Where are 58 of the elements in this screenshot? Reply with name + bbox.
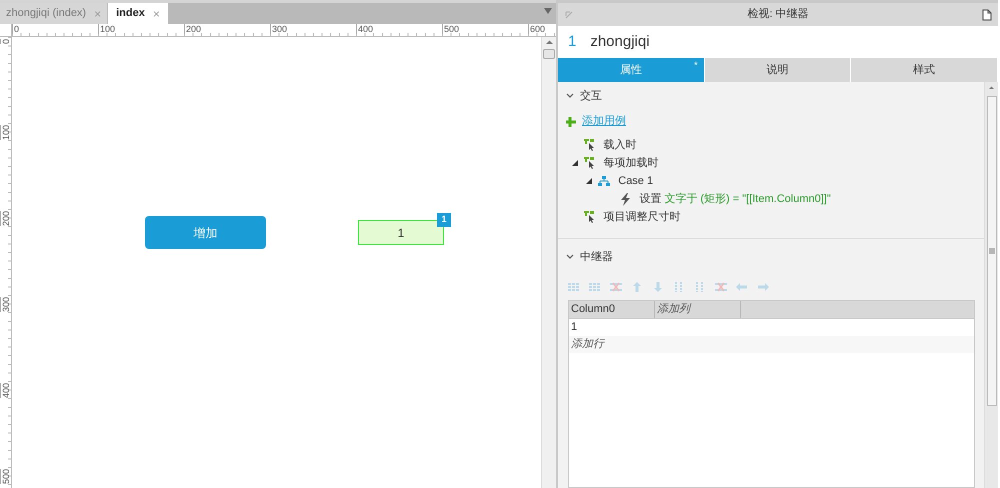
add-row-cell[interactable]: 添加行 <box>571 338 604 350</box>
widget-number: 1 <box>568 32 576 52</box>
dropdown-icon[interactable] <box>544 8 552 14</box>
scroll-thumb[interactable] <box>543 49 555 59</box>
add-column-icon[interactable] <box>694 282 706 292</box>
ruler-label: 0 <box>0 39 11 44</box>
table-cell: 1 <box>571 320 578 332</box>
add-column-cell[interactable]: 添加列 <box>655 300 741 318</box>
delete-column-icon[interactable] <box>715 282 727 292</box>
ruler-label: 600 <box>528 24 546 34</box>
chevron-icon <box>566 253 574 262</box>
expand-triangle-icon[interactable] <box>572 160 578 166</box>
ruler-label: 500 <box>0 469 11 484</box>
lightning-icon <box>620 192 630 206</box>
ruler-label: 200 <box>184 24 202 34</box>
branch-icon <box>598 176 610 186</box>
document-tab[interactable]: index × <box>108 3 169 24</box>
event-icon <box>584 211 594 223</box>
ruler-label: 400 <box>0 383 11 398</box>
page-icon[interactable] <box>982 8 992 20</box>
column-header[interactable]: Column0 <box>569 300 655 318</box>
scrollbar[interactable] <box>984 82 998 488</box>
case-label[interactable]: Case 1 <box>618 172 654 190</box>
ruler-label: 100 <box>98 24 116 34</box>
right-arrow-icon[interactable] <box>757 282 769 292</box>
left-arrow-icon[interactable] <box>736 282 748 292</box>
ruler-label: 0 <box>12 24 20 34</box>
event-icon <box>584 139 594 151</box>
event-label[interactable]: 每项加载时 <box>603 154 658 172</box>
event-label[interactable]: 载入时 <box>603 136 636 154</box>
repeater-widget[interactable]: 1 <box>358 220 444 245</box>
down-arrow-icon[interactable] <box>652 282 664 292</box>
ruler-label: 400 <box>356 24 374 34</box>
grip-icon[interactable] <box>988 248 994 254</box>
add-row-icon[interactable] <box>568 282 580 292</box>
action-text[interactable]: 设置 文字于 (矩形) = "[[Item.Column0]]" <box>639 190 831 208</box>
event-label[interactable]: 项目调整尺寸时 <box>603 208 680 226</box>
pin-icon[interactable] <box>564 10 574 20</box>
delete-row-icon[interactable] <box>610 282 622 292</box>
section-header[interactable]: 中继器 <box>566 249 976 266</box>
add-row-icon[interactable] <box>589 282 601 292</box>
ruler-label: 300 <box>270 24 288 34</box>
add-column-icon[interactable] <box>673 282 685 292</box>
ruler-label: 100 <box>0 125 11 140</box>
chevron-icon <box>566 92 574 100</box>
widget-name-field[interactable]: zhongjiqi <box>590 30 650 54</box>
up-arrow-icon[interactable] <box>631 282 643 292</box>
expand-triangle-icon[interactable] <box>586 178 592 184</box>
ruler-label: 300 <box>0 297 11 312</box>
number-badge: 1 <box>437 213 451 227</box>
ruler-label: 500 <box>442 24 460 34</box>
panel-title: 检视: 中继器 <box>747 7 809 22</box>
inspector-tab[interactable]: 样式 <box>851 58 998 82</box>
ruler-label: 200 <box>0 211 11 226</box>
event-icon <box>584 157 594 169</box>
section-header[interactable]: 交互 <box>566 88 602 104</box>
plus-icon <box>566 116 576 126</box>
inspector-tab[interactable]: 说明 <box>704 58 852 82</box>
